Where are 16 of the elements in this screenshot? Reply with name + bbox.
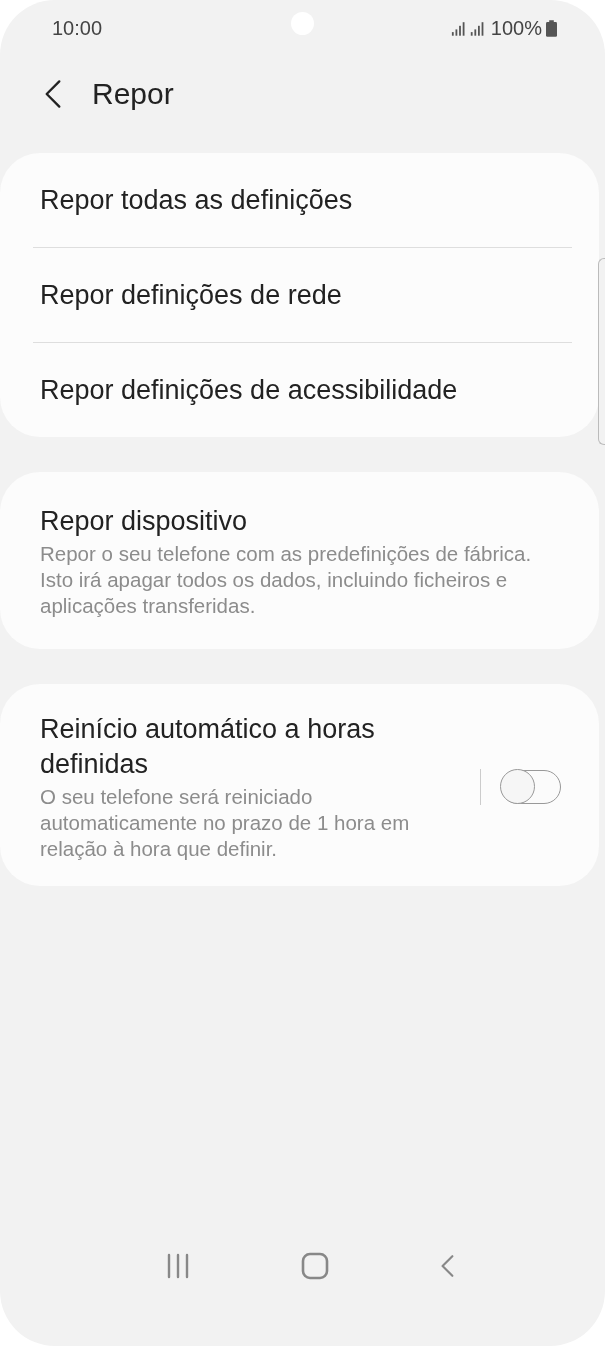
settings-item[interactable]: Repor todas as definições xyxy=(0,153,599,247)
item-description: Repor o seu telefone com as predefinições de fábrica. Isto irá apagar todos os dados, incluindo ficheiros e aplicações transferidas. xyxy=(40,541,533,619)
recent-apps-icon[interactable] xyxy=(165,1253,191,1279)
item-description: O seu telefone será reiniciado automaticamente no prazo de 1 hora em relação à hora que definir. xyxy=(40,784,411,862)
item-title[interactable]: Repor dispositivo xyxy=(40,504,563,539)
scrollbar[interactable] xyxy=(598,258,605,445)
toggle-switch[interactable] xyxy=(501,770,561,804)
battery-level: 100% xyxy=(490,16,542,40)
back-icon[interactable] xyxy=(439,1253,455,1279)
item-title[interactable]: Reinício automático a horas definidas xyxy=(40,712,440,782)
battery-icon xyxy=(546,19,557,37)
status-time: 10:00 xyxy=(52,16,103,40)
settings-item[interactable]: Repor definições de rede xyxy=(0,248,599,342)
settings-item[interactable]: Repor definições de acessibilidade xyxy=(0,343,599,437)
home-icon[interactable] xyxy=(301,1252,329,1280)
page-title: Repor xyxy=(92,76,174,111)
